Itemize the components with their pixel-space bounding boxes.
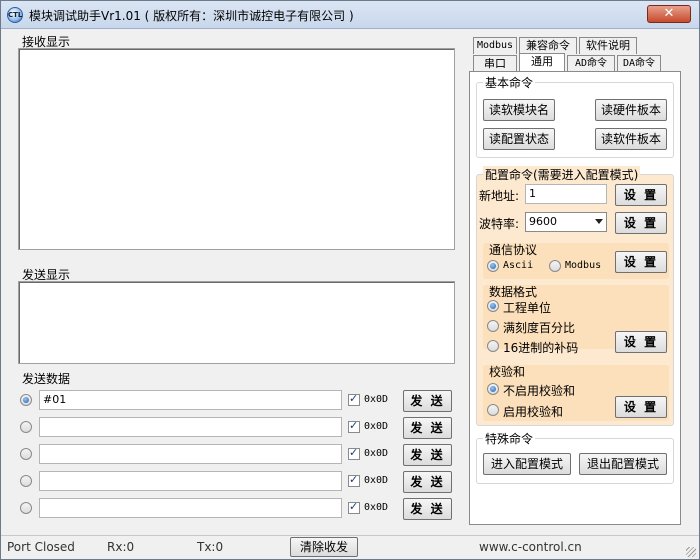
data-format-group: 数据格式 工程单位 满刻度百分比 16进制的补码 设 置 xyxy=(483,285,669,355)
checksum-title: 校验和 xyxy=(489,365,526,379)
suffix-label: 0x0D xyxy=(364,448,389,459)
checksum-on-label: 启用校验和 xyxy=(503,405,564,419)
format-percent-label: 满刻度百分比 xyxy=(503,321,576,335)
send-row-radio[interactable] xyxy=(20,475,32,487)
send-row-radio[interactable] xyxy=(20,448,32,460)
close-button[interactable]: ✕ xyxy=(647,5,691,23)
send-row-input[interactable]: #01 xyxy=(39,390,342,410)
suffix-label: 0x0D xyxy=(364,421,389,432)
enter-config-mode-button[interactable]: 进入配置模式 xyxy=(483,453,571,475)
set-data-format-button[interactable]: 设 置 xyxy=(615,331,667,353)
baud-rate-select[interactable]: 9600 xyxy=(525,212,607,232)
receive-textarea[interactable] xyxy=(18,48,455,250)
website-link[interactable]: www.c-control.cn xyxy=(479,540,582,554)
checksum-group: 校验和 不启用校验和 启用校验和 设 置 xyxy=(483,365,669,421)
suffix-label: 0x0D xyxy=(364,475,389,486)
send-button[interactable]: 发 送 xyxy=(403,498,452,520)
checksum-off-label: 不启用校验和 xyxy=(503,384,576,398)
send-row-input[interactable] xyxy=(39,498,342,518)
send-row-input[interactable] xyxy=(39,417,342,437)
set-checksum-button[interactable]: 设 置 xyxy=(615,396,667,418)
main-window: CTL 模块调试助手Vr1.01 ( 版权所有：深圳市诚控电子有限公司 ) ✕ … xyxy=(0,0,700,560)
format-hex-radio[interactable] xyxy=(487,340,499,352)
send-row-radio[interactable] xyxy=(20,502,32,514)
send-data-label: 发送数据 xyxy=(22,372,71,386)
send-button[interactable]: 发 送 xyxy=(403,471,452,493)
chevron-down-icon xyxy=(595,219,603,224)
baud-rate-value: 9600 xyxy=(529,215,557,228)
protocol-modbus-label: Modbus xyxy=(565,260,602,271)
window-title: 模块调试助手Vr1.01 ( 版权所有：深圳市诚控电子有限公司 ) xyxy=(29,9,354,23)
format-hex-label: 16进制的补码 xyxy=(503,341,579,355)
app-logo-icon: CTL xyxy=(7,7,23,23)
send-button[interactable]: 发 送 xyxy=(403,417,452,439)
tab-general[interactable]: 通用 xyxy=(519,53,565,72)
tab-serial[interactable]: 串口 xyxy=(473,55,517,72)
rx-counter: Rx:0 xyxy=(107,540,135,554)
set-address-button[interactable]: 设 置 xyxy=(615,184,667,206)
tab-compat-commands[interactable]: 兼容命令 xyxy=(519,37,577,54)
send-row-radio[interactable] xyxy=(20,394,32,406)
format-engineering-label: 工程单位 xyxy=(503,301,552,315)
set-baud-rate-button[interactable]: 设 置 xyxy=(615,212,667,234)
special-commands-group: 特殊命令 进入配置模式 退出配置模式 xyxy=(476,430,674,484)
send-button[interactable]: 发 送 xyxy=(403,444,452,466)
send-row-radio[interactable] xyxy=(20,421,32,433)
tx-counter: Tx:0 xyxy=(197,540,224,554)
suffix-checkbox[interactable] xyxy=(348,392,360,406)
new-address-input[interactable]: 1 xyxy=(525,184,607,204)
checksum-on-radio[interactable] xyxy=(487,404,499,416)
format-percent-radio[interactable] xyxy=(487,320,499,332)
protocol-modbus-radio[interactable] xyxy=(549,260,561,272)
suffix-checkbox[interactable] xyxy=(348,446,360,460)
baud-rate-label: 波特率: xyxy=(479,217,520,231)
suffix-checkbox[interactable] xyxy=(348,419,360,433)
basic-commands-group: 基本命令 读软模块名 读硬件板本 读配置状态 读软件板本 xyxy=(476,74,674,158)
send-button[interactable]: 发 送 xyxy=(403,390,452,412)
tab-modbus[interactable]: Modbus xyxy=(473,37,517,54)
new-address-label: 新地址: xyxy=(479,189,520,203)
title-bar: CTL 模块调试助手Vr1.01 ( 版权所有：深圳市诚控电子有限公司 ) ✕ xyxy=(1,1,699,29)
protocol-title: 通信协议 xyxy=(489,243,538,257)
config-commands-group: 配置命令(需要进入配置模式) 新地址: 1 设 置 波特率: 9600 设 置 … xyxy=(476,166,674,426)
special-commands-title: 特殊命令 xyxy=(483,430,536,447)
checksum-off-radio[interactable] xyxy=(487,383,499,395)
status-bar: Port Closed Rx:0 Tx:0 清除收发 www.c-control… xyxy=(1,535,699,559)
general-tab-panel: 基本命令 读软模块名 读硬件板本 读配置状态 读软件板本 配置命令(需要进入配置… xyxy=(469,71,681,525)
suffix-label: 0x0D xyxy=(364,502,389,513)
suffix-checkbox[interactable] xyxy=(348,473,360,487)
protocol-ascii-radio[interactable] xyxy=(487,260,499,272)
read-hardware-version-button[interactable]: 读硬件板本 xyxy=(595,99,667,121)
format-engineering-radio[interactable] xyxy=(487,300,499,312)
data-format-title: 数据格式 xyxy=(489,285,538,299)
send-row-input[interactable] xyxy=(39,471,342,491)
config-commands-title: 配置命令(需要进入配置模式) xyxy=(483,166,641,183)
suffix-checkbox[interactable] xyxy=(348,500,360,514)
suffix-label: 0x0D xyxy=(364,394,389,405)
port-status: Port Closed xyxy=(7,540,75,554)
tab-da-commands[interactable]: DA命令 xyxy=(617,55,661,72)
send-row-input[interactable] xyxy=(39,444,342,464)
read-module-name-button[interactable]: 读软模块名 xyxy=(483,99,555,121)
read-config-status-button[interactable]: 读配置状态 xyxy=(483,128,555,150)
protocol-group: 通信协议 Ascii Modbus 设 置 xyxy=(483,243,669,279)
tab-software-help[interactable]: 软件说明 xyxy=(579,37,637,54)
basic-commands-title: 基本命令 xyxy=(483,74,536,91)
resize-grip-icon[interactable] xyxy=(686,547,696,557)
set-protocol-button[interactable]: 设 置 xyxy=(615,251,667,273)
exit-config-mode-button[interactable]: 退出配置模式 xyxy=(579,453,667,475)
read-software-version-button[interactable]: 读软件板本 xyxy=(595,128,667,150)
clear-counters-button[interactable]: 清除收发 xyxy=(290,537,358,557)
send-display-textarea[interactable] xyxy=(18,281,455,364)
protocol-ascii-label: Ascii xyxy=(503,260,534,271)
tab-ad-commands[interactable]: AD命令 xyxy=(567,55,615,72)
